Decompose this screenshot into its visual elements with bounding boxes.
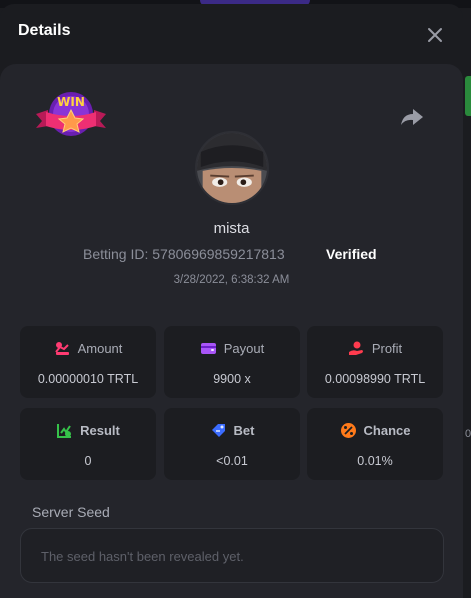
- server-seed-label: Server Seed: [32, 504, 110, 520]
- stat-value: 0.00098990 TRTL: [324, 372, 426, 386]
- stat-bet: Bet <0.01: [164, 408, 300, 480]
- stat-value: 9900 x: [213, 372, 251, 386]
- hand-coin-icon: [348, 341, 363, 355]
- stat-label: Chance: [363, 423, 411, 438]
- stat-label: Result: [80, 423, 120, 438]
- percent-icon: [340, 423, 356, 438]
- stat-value: <0.01: [216, 454, 248, 468]
- stat-label: Profit: [371, 341, 403, 356]
- avatar: [195, 131, 269, 205]
- stat-value: 0.01%: [357, 454, 393, 468]
- background-peek-text: 0: [465, 428, 471, 440]
- stat-result: Result 0: [20, 408, 156, 480]
- betting-id-value: 57806969859217813: [152, 246, 285, 262]
- win-badge-icon: WIN: [34, 88, 108, 146]
- username: mista: [213, 220, 250, 237]
- stat-value: 0: [84, 454, 92, 468]
- betting-id-label: Betting ID:: [83, 246, 149, 262]
- stat-amount: Amount 0.00000010 TRTL: [20, 326, 156, 398]
- modal-title: Details: [18, 22, 71, 39]
- close-icon[interactable]: [424, 24, 446, 46]
- wallet-icon: [200, 343, 216, 354]
- stat-label: Amount: [77, 341, 123, 356]
- share-icon[interactable]: [399, 106, 425, 128]
- server-seed-placeholder: The seed hasn't been revealed yet.: [41, 549, 244, 564]
- chart-check-icon: [57, 424, 72, 438]
- bet-date: 3/28/2022, 6:38:32 AM: [173, 274, 290, 286]
- server-seed-field[interactable]: The seed hasn't been revealed yet.: [20, 528, 444, 583]
- stat-label: Bet: [233, 423, 255, 438]
- background-peek-button: [465, 76, 471, 116]
- coins-icon: [54, 342, 69, 355]
- verified-badge: Verified: [326, 246, 377, 262]
- stat-payout: Payout 9900 x: [164, 326, 300, 398]
- stat-value: 0.00000010 TRTL: [37, 372, 139, 386]
- stat-profit: Profit 0.00098990 TRTL: [307, 326, 443, 398]
- svg-text:WIN: WIN: [57, 95, 85, 109]
- stat-chance: Chance 0.01%: [307, 408, 443, 480]
- stat-label: Payout: [223, 341, 265, 356]
- betting-id: Betting ID: 57806969859217813: [83, 246, 285, 262]
- tag-icon: [211, 424, 225, 437]
